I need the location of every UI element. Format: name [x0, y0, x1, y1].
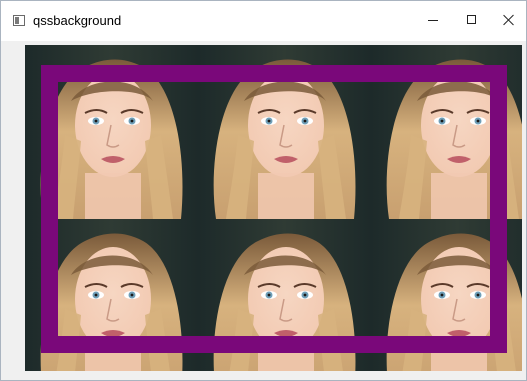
app-window: qssbackground — [0, 0, 527, 381]
background-area — [25, 45, 522, 371]
background-tile — [198, 219, 371, 371]
background-tile — [25, 45, 198, 219]
minimize-button[interactable] — [413, 5, 453, 37]
app-window-icon — [13, 15, 25, 26]
background-tile — [371, 45, 522, 219]
title-bar[interactable]: qssbackground — [1, 1, 526, 41]
close-button[interactable] — [490, 5, 527, 37]
background-tile — [25, 219, 198, 371]
maximize-button[interactable] — [452, 5, 492, 37]
minimize-icon — [428, 20, 438, 21]
background-tile — [198, 45, 371, 219]
window-title: qssbackground — [33, 13, 122, 28]
close-icon — [503, 14, 515, 26]
maximize-icon — [467, 15, 476, 24]
background-tile — [371, 219, 522, 371]
